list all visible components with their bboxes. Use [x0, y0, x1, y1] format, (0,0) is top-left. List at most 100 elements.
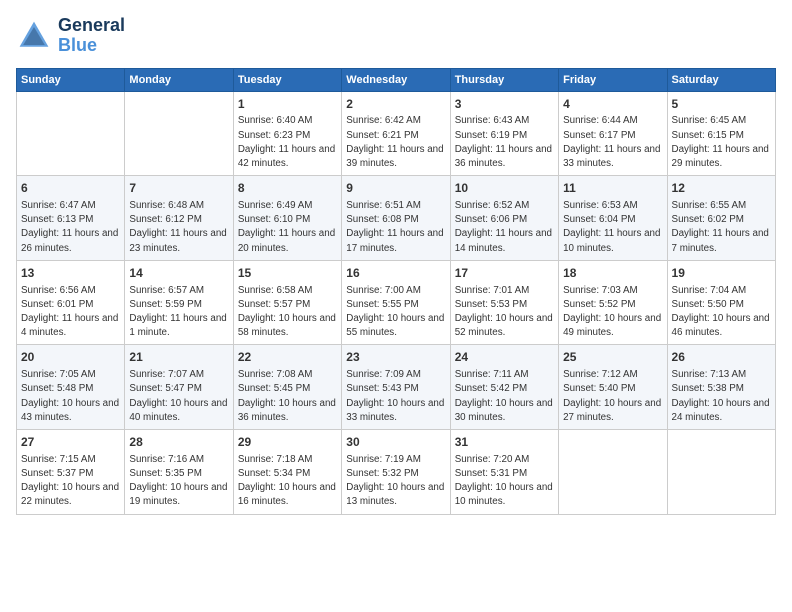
- calendar-cell: 19 Sunrise: 7:04 AMSunset: 5:50 PMDayligh…: [667, 260, 775, 345]
- calendar-cell: 23 Sunrise: 7:09 AMSunset: 5:43 PMDayligh…: [342, 345, 450, 430]
- day-info: Sunrise: 6:44 AMSunset: 6:17 PMDaylight:…: [563, 114, 662, 171]
- day-number: 19: [672, 265, 771, 282]
- calendar-body: 1Sunrise: 6:40 AMSunset: 6:23 PMDaylight…: [17, 91, 776, 514]
- calendar-cell: 17Sunrise: 7:01 AMSunset: 5:53 PMDayligh…: [450, 260, 558, 345]
- calendar-week-4: 20 Sunrise: 7:05 AMSunset: 5:48 PMDayligh…: [17, 345, 776, 430]
- day-info: Sunrise: 6:40 AMSunset: 6:23 PMDaylight:…: [238, 114, 337, 171]
- day-number: 2: [346, 96, 445, 113]
- day-info: Sunrise: 6:49 AMSunset: 6:10 PMDaylight:…: [238, 199, 337, 256]
- weekday-header-row: SundayMondayTuesdayWednesdayThursdayFrid…: [17, 68, 776, 91]
- calendar-table: SundayMondayTuesdayWednesdayThursdayFrid…: [16, 68, 776, 515]
- day-number: 15: [238, 265, 337, 282]
- weekday-friday: Friday: [559, 68, 667, 91]
- calendar-cell: 16 Sunrise: 7:00 AMSunset: 5:55 PMDayligh…: [342, 260, 450, 345]
- day-number: 16: [346, 265, 445, 282]
- day-info: Sunrise: 7:15 AMSunset: 5:37 PMDaylight:…: [21, 453, 120, 510]
- calendar-cell: 3Sunrise: 6:43 AMSunset: 6:19 PMDaylight…: [450, 91, 558, 176]
- logo-icon: [16, 18, 52, 54]
- calendar-cell: [17, 91, 125, 176]
- day-info: Sunrise: 6:52 AMSunset: 6:06 PMDaylight:…: [455, 199, 554, 256]
- calendar-cell: 22Sunrise: 7:08 AMSunset: 5:45 PMDayligh…: [233, 345, 341, 430]
- day-info: Sunrise: 6:57 AMSunset: 5:59 PMDaylight:…: [129, 284, 228, 341]
- day-number: 23: [346, 349, 445, 366]
- day-info: Sunrise: 7:13 AMSunset: 5:38 PMDaylight:…: [672, 368, 771, 425]
- calendar-cell: 27 Sunrise: 7:15 AMSunset: 5:37 PMDayligh…: [17, 430, 125, 515]
- calendar-cell: [559, 430, 667, 515]
- day-number: 12: [672, 180, 771, 197]
- day-number: 31: [455, 434, 554, 451]
- day-number: 4: [563, 96, 662, 113]
- calendar-cell: [125, 91, 233, 176]
- calendar-cell: 7 Sunrise: 6:48 AMSunset: 6:12 PMDaylight…: [125, 176, 233, 261]
- calendar-header: SundayMondayTuesdayWednesdayThursdayFrid…: [17, 68, 776, 91]
- calendar-cell: 26Sunrise: 7:13 AMSunset: 5:38 PMDayligh…: [667, 345, 775, 430]
- day-info: Sunrise: 7:09 AMSunset: 5:43 PMDaylight:…: [346, 368, 445, 425]
- day-number: 6: [21, 180, 120, 197]
- day-number: 27: [21, 434, 120, 451]
- calendar-cell: 11 Sunrise: 6:53 AMSunset: 6:04 PMDayligh…: [559, 176, 667, 261]
- day-info: Sunrise: 6:51 AMSunset: 6:08 PMDaylight:…: [346, 199, 445, 256]
- calendar-cell: 18 Sunrise: 7:03 AMSunset: 5:52 PMDayligh…: [559, 260, 667, 345]
- day-number: 5: [672, 96, 771, 113]
- calendar-cell: 28Sunrise: 7:16 AMSunset: 5:35 PMDayligh…: [125, 430, 233, 515]
- day-number: 17: [455, 265, 554, 282]
- day-info: Sunrise: 7:04 AMSunset: 5:50 PMDaylight:…: [672, 284, 771, 341]
- calendar-cell: 13 Sunrise: 6:56 AMSunset: 6:01 PMDayligh…: [17, 260, 125, 345]
- day-number: 20: [21, 349, 120, 366]
- calendar-cell: 6 Sunrise: 6:47 AMSunset: 6:13 PMDaylight…: [17, 176, 125, 261]
- weekday-monday: Monday: [125, 68, 233, 91]
- calendar-week-2: 6 Sunrise: 6:47 AMSunset: 6:13 PMDaylight…: [17, 176, 776, 261]
- weekday-wednesday: Wednesday: [342, 68, 450, 91]
- day-number: 13: [21, 265, 120, 282]
- calendar-cell: 4Sunrise: 6:44 AMSunset: 6:17 PMDaylight…: [559, 91, 667, 176]
- calendar-cell: 25Sunrise: 7:12 AMSunset: 5:40 PMDayligh…: [559, 345, 667, 430]
- calendar-cell: 2Sunrise: 6:42 AMSunset: 6:21 PMDaylight…: [342, 91, 450, 176]
- day-info: Sunrise: 7:05 AMSunset: 5:48 PMDaylight:…: [21, 368, 120, 425]
- calendar-cell: 8 Sunrise: 6:49 AMSunset: 6:10 PMDaylight…: [233, 176, 341, 261]
- day-info: Sunrise: 6:56 AMSunset: 6:01 PMDaylight:…: [21, 284, 120, 341]
- day-info: Sunrise: 7:07 AMSunset: 5:47 PMDaylight:…: [129, 368, 228, 425]
- day-number: 28: [129, 434, 228, 451]
- calendar-cell: 1Sunrise: 6:40 AMSunset: 6:23 PMDaylight…: [233, 91, 341, 176]
- weekday-saturday: Saturday: [667, 68, 775, 91]
- day-number: 29: [238, 434, 337, 451]
- day-number: 1: [238, 96, 337, 113]
- day-info: Sunrise: 7:18 AMSunset: 5:34 PMDaylight:…: [238, 453, 337, 510]
- day-number: 18: [563, 265, 662, 282]
- weekday-sunday: Sunday: [17, 68, 125, 91]
- page-header: General Blue: [16, 16, 776, 56]
- day-info: Sunrise: 6:53 AMSunset: 6:04 PMDaylight:…: [563, 199, 662, 256]
- day-number: 24: [455, 349, 554, 366]
- day-info: Sunrise: 6:48 AMSunset: 6:12 PMDaylight:…: [129, 199, 228, 256]
- day-info: Sunrise: 6:43 AMSunset: 6:19 PMDaylight:…: [455, 114, 554, 171]
- day-info: Sunrise: 6:47 AMSunset: 6:13 PMDaylight:…: [21, 199, 120, 256]
- day-number: 22: [238, 349, 337, 366]
- calendar-cell: 24 Sunrise: 7:11 AMSunset: 5:42 PMDayligh…: [450, 345, 558, 430]
- day-number: 8: [238, 180, 337, 197]
- day-info: Sunrise: 6:45 AMSunset: 6:15 PMDaylight:…: [672, 114, 771, 171]
- day-number: 30: [346, 434, 445, 451]
- day-info: Sunrise: 7:11 AMSunset: 5:42 PMDaylight:…: [455, 368, 554, 425]
- calendar-cell: 15 Sunrise: 6:58 AMSunset: 5:57 PMDayligh…: [233, 260, 341, 345]
- calendar-week-3: 13 Sunrise: 6:56 AMSunset: 6:01 PMDayligh…: [17, 260, 776, 345]
- day-number: 21: [129, 349, 228, 366]
- day-info: Sunrise: 7:00 AMSunset: 5:55 PMDaylight:…: [346, 284, 445, 341]
- calendar-cell: 14 Sunrise: 6:57 AMSunset: 5:59 PMDayligh…: [125, 260, 233, 345]
- calendar-cell: 31Sunrise: 7:20 AMSunset: 5:31 PMDayligh…: [450, 430, 558, 515]
- day-info: Sunrise: 6:42 AMSunset: 6:21 PMDaylight:…: [346, 114, 445, 171]
- day-number: 11: [563, 180, 662, 197]
- calendar-cell: 29 Sunrise: 7:18 AMSunset: 5:34 PMDayligh…: [233, 430, 341, 515]
- calendar-cell: 10Sunrise: 6:52 AMSunset: 6:06 PMDayligh…: [450, 176, 558, 261]
- day-info: Sunrise: 6:58 AMSunset: 5:57 PMDaylight:…: [238, 284, 337, 341]
- day-info: Sunrise: 6:55 AMSunset: 6:02 PMDaylight:…: [672, 199, 771, 256]
- calendar-cell: [667, 430, 775, 515]
- day-info: Sunrise: 7:19 AMSunset: 5:32 PMDaylight:…: [346, 453, 445, 510]
- calendar-cell: 5Sunrise: 6:45 AMSunset: 6:15 PMDaylight…: [667, 91, 775, 176]
- day-info: Sunrise: 7:12 AMSunset: 5:40 PMDaylight:…: [563, 368, 662, 425]
- day-number: 7: [129, 180, 228, 197]
- day-number: 9: [346, 180, 445, 197]
- calendar-cell: 20 Sunrise: 7:05 AMSunset: 5:48 PMDayligh…: [17, 345, 125, 430]
- day-info: Sunrise: 7:03 AMSunset: 5:52 PMDaylight:…: [563, 284, 662, 341]
- calendar-cell: 9 Sunrise: 6:51 AMSunset: 6:08 PMDaylight…: [342, 176, 450, 261]
- day-number: 14: [129, 265, 228, 282]
